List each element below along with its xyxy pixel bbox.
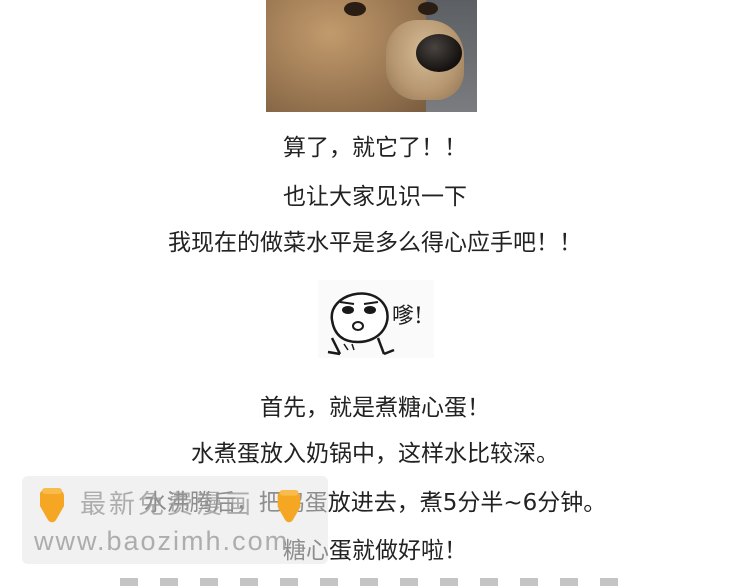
text-line-1: 算了，就它了！！ [283, 135, 467, 161]
dog-photo [266, 0, 477, 112]
sticker-text: 嗲! [392, 304, 423, 329]
dog-nose [416, 34, 462, 72]
text-line-3: 我现在的做菜水平是多么得心应手吧！！ [168, 230, 582, 256]
text-line-7: 糖心蛋就做好啦！ [283, 538, 467, 564]
text-line-5: 水煮蛋放入奶锅中，这样水比较深。 [191, 441, 559, 467]
cartoon-sticker: 嗲! [318, 280, 434, 358]
dog-eye-left [344, 2, 366, 16]
next-line-partial [120, 578, 640, 586]
dog-eye-right [418, 2, 438, 15]
text-line-2: 也让大家见识一下 [283, 184, 467, 210]
text-line-4: 首先，就是煮糖心蛋！ [260, 395, 490, 421]
text-line-6: 水沸腾后，把鸡蛋放进去，煮5分半~6分钟。 [143, 490, 607, 516]
